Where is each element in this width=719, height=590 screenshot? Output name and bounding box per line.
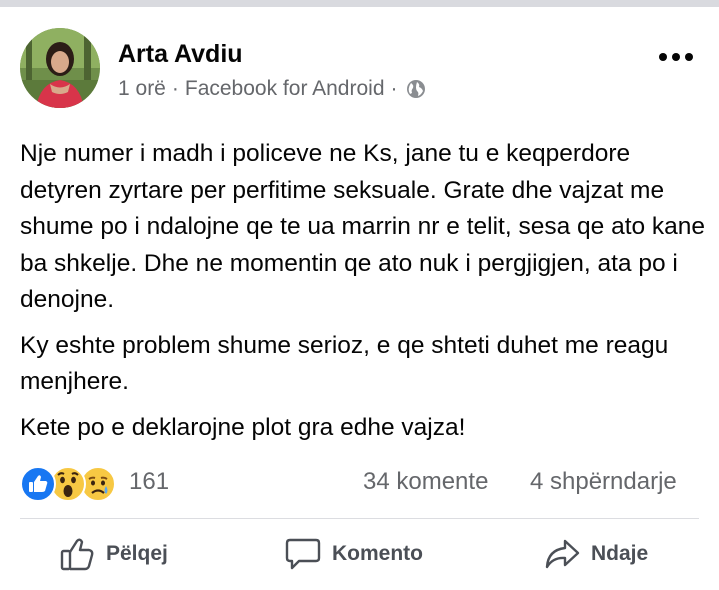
author-name[interactable]: Arta Avdiu bbox=[118, 40, 243, 69]
post-time[interactable]: 1 orë bbox=[118, 77, 166, 101]
top-edge bbox=[0, 0, 719, 7]
comment-label: Komento bbox=[332, 542, 423, 565]
comments-count[interactable]: 34 komente bbox=[363, 468, 488, 496]
post-paragraph: Nje numer i madh i policeve ne Ks, jane … bbox=[20, 140, 706, 313]
post-body: Nje numer i madh i policeve ne Ks, jane … bbox=[20, 136, 710, 455]
shares-count[interactable]: 4 shpërndarje bbox=[530, 468, 677, 496]
comment-icon bbox=[285, 538, 321, 570]
reactions-bar: 161 34 komente 4 shpërndarje bbox=[20, 462, 700, 502]
share-button[interactable]: Ndaje bbox=[543, 532, 648, 576]
like-button[interactable]: Pëlqej bbox=[58, 532, 168, 576]
divider bbox=[20, 518, 699, 519]
post-meta: 1 orë · Facebook for Android · bbox=[118, 77, 426, 101]
reaction-count[interactable]: 161 bbox=[129, 468, 169, 496]
globe-icon bbox=[406, 79, 426, 99]
meta-separator: · bbox=[171, 77, 179, 100]
share-icon bbox=[545, 539, 580, 569]
like-icon bbox=[20, 466, 56, 502]
reaction-icons[interactable] bbox=[20, 466, 116, 502]
more-options-icon[interactable] bbox=[659, 53, 693, 61]
like-label: Pëlqej bbox=[106, 542, 168, 565]
comment-button[interactable]: Komento bbox=[284, 532, 423, 576]
thumbs-up-icon bbox=[60, 538, 94, 571]
post-paragraph: Ky eshte problem shume serioz, e qe shte… bbox=[20, 331, 669, 396]
meta-separator: · bbox=[390, 77, 398, 100]
share-label: Ndaje bbox=[591, 542, 649, 565]
post-source: Facebook for Android bbox=[184, 77, 385, 100]
avatar[interactable] bbox=[20, 28, 100, 108]
post-paragraph: Kete po e deklarojne plot gra edhe vajza… bbox=[20, 413, 466, 441]
